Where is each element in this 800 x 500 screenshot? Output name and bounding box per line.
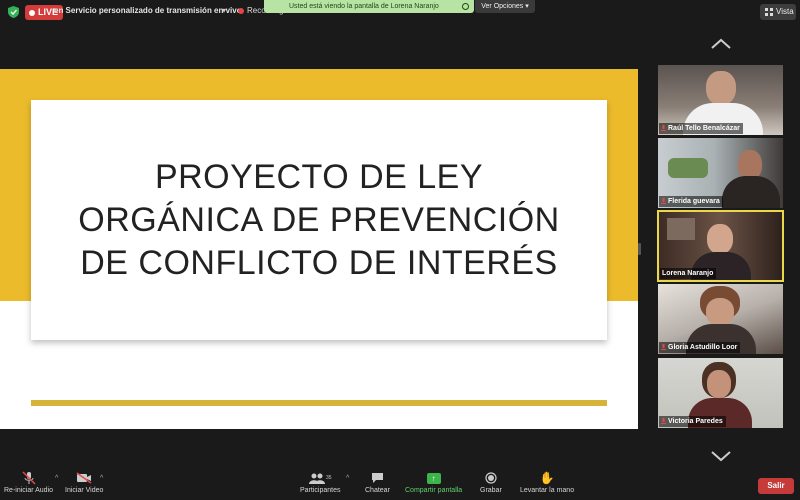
top-bar: LIVE en Servicio personalizado de transm… bbox=[0, 0, 800, 24]
live-dot-icon bbox=[29, 9, 35, 16]
view-options-label: Ver Opciones bbox=[481, 3, 524, 10]
chevron-down-icon[interactable] bbox=[710, 450, 732, 462]
participant-face bbox=[706, 298, 734, 326]
video-off-icon bbox=[76, 470, 92, 486]
start-video-button[interactable]: Iniciar Video bbox=[65, 470, 103, 500]
view-options-button[interactable]: Ver Opciones ▾ bbox=[475, 0, 535, 13]
raise-hand-button[interactable]: ✋ Levantar la mano bbox=[520, 470, 574, 500]
raised-hand-icon: ✋ bbox=[539, 471, 555, 485]
shield-icon[interactable] bbox=[8, 6, 19, 18]
mic-muted-icon bbox=[661, 344, 666, 350]
stream-service-label[interactable]: en Servicio personalizado de transmisión… bbox=[54, 6, 242, 15]
grid-icon bbox=[765, 8, 773, 16]
participant-name-tag: Flerida guevara bbox=[659, 196, 723, 207]
share-banner-text: Usted está viendo la pantalla de Lorena … bbox=[289, 3, 439, 10]
participant-name-tag: Victoria Paredes bbox=[659, 416, 726, 427]
participant-face bbox=[707, 224, 733, 254]
slide-title-card: PROYECTO DE LEY ORGÁNICA DE PREVENCIÓN D… bbox=[31, 100, 607, 340]
participants-options-chevron-icon[interactable]: ^ bbox=[346, 475, 349, 482]
restart-audio-label: Re-iniciar Audio bbox=[4, 487, 54, 494]
participant-name-tag: Raúl Tello Benalcázar bbox=[659, 123, 743, 134]
share-screen-button[interactable]: ↑ Compartir pantalla bbox=[405, 470, 462, 500]
info-icon[interactable] bbox=[462, 3, 469, 10]
participant-tile-2[interactable]: Flerida guevara bbox=[658, 138, 783, 208]
slide-title-line-2: ORGÁNICA DE PREVENCIÓN bbox=[78, 200, 560, 239]
chevron-down-icon[interactable]: ▾ bbox=[222, 6, 226, 15]
participants-label: Participantes bbox=[300, 487, 341, 494]
picture-frame bbox=[667, 218, 695, 240]
participant-name-tag: Lorena Naranjo bbox=[660, 268, 717, 279]
mic-muted-icon bbox=[661, 198, 666, 204]
restart-audio-button[interactable]: Re-iniciar Audio bbox=[4, 470, 53, 500]
participants-icon: 35 bbox=[308, 470, 332, 486]
shared-slide: PROYECTO DE LEY ORGÁNICA DE PREVENCIÓN D… bbox=[0, 69, 638, 429]
chat-label: Chatear bbox=[365, 487, 390, 494]
participant-name: Raúl Tello Benalcázar bbox=[668, 125, 740, 132]
view-button[interactable]: Vista bbox=[760, 4, 796, 20]
meeting-toolbar: Re-iniciar Audio ^ Iniciar Video ^ 35 Pa… bbox=[0, 470, 800, 500]
mic-muted-icon bbox=[661, 125, 666, 131]
participant-tile-1[interactable]: Raúl Tello Benalcázar bbox=[658, 65, 783, 135]
slide-accent-line bbox=[31, 400, 607, 406]
participant-name-tag: Gloria Astudillo Loor bbox=[659, 342, 741, 353]
mic-off-icon bbox=[21, 470, 36, 486]
chat-button[interactable]: Chatear bbox=[365, 470, 390, 500]
participant-tile-5[interactable]: Victoria Paredes bbox=[658, 358, 783, 428]
view-label: Vista bbox=[776, 7, 794, 16]
slide-title: PROYECTO DE LEY ORGÁNICA DE PREVENCIÓN D… bbox=[78, 156, 559, 285]
audio-options-chevron-icon[interactable]: ^ bbox=[55, 475, 58, 482]
plants-decoration bbox=[668, 158, 708, 178]
participant-face bbox=[706, 71, 736, 105]
record-button[interactable]: Grabar bbox=[480, 470, 502, 500]
share-screen-label: Compartir pantalla bbox=[405, 487, 463, 494]
participant-tile-4[interactable]: Gloria Astudillo Loor bbox=[658, 284, 783, 354]
recording-dot-icon bbox=[238, 7, 244, 14]
record-icon bbox=[485, 470, 497, 486]
start-video-label: Iniciar Video bbox=[65, 487, 104, 494]
mic-muted-icon bbox=[661, 418, 666, 424]
panel-splitter-handle[interactable] bbox=[638, 243, 641, 255]
raise-hand-label: Levantar la mano bbox=[520, 487, 575, 494]
participant-tile-3-active-speaker[interactable]: Lorena Naranjo bbox=[657, 210, 784, 282]
leave-meeting-button[interactable]: Salir bbox=[758, 478, 794, 494]
participant-name: Victoria Paredes bbox=[668, 418, 723, 425]
participants-button[interactable]: 35 Participantes bbox=[300, 470, 340, 500]
participant-name: Gloria Astudillo Loor bbox=[668, 344, 738, 351]
participant-name: Lorena Naranjo bbox=[662, 270, 714, 277]
slide-title-line-3: DE CONFLICTO DE INTERÉS bbox=[80, 243, 558, 282]
slide-title-line-1: PROYECTO DE LEY bbox=[154, 157, 484, 196]
screen-share-banner: Usted está viendo la pantalla de Lorena … bbox=[264, 0, 474, 13]
participant-face bbox=[707, 370, 731, 398]
participant-name: Flerida guevara bbox=[668, 198, 720, 205]
record-label: Grabar bbox=[480, 487, 502, 494]
chat-icon bbox=[371, 470, 384, 486]
chevron-up-icon[interactable] bbox=[710, 38, 732, 50]
participants-count: 35 bbox=[325, 475, 332, 481]
share-screen-icon: ↑ bbox=[426, 470, 441, 486]
video-options-chevron-icon[interactable]: ^ bbox=[100, 475, 103, 482]
participant-body bbox=[722, 176, 780, 208]
